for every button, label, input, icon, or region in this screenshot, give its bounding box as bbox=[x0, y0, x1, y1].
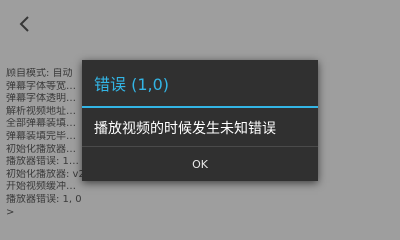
title-divider bbox=[82, 106, 318, 108]
error-dialog: 错误 (1,0) 播放视频的时候发生未知错误 OK bbox=[82, 60, 318, 181]
dialog-message: 播放视频的时候发生未知错误 bbox=[94, 121, 276, 137]
dialog-title: 错误 (1,0) bbox=[94, 75, 170, 94]
ok-button[interactable]: OK bbox=[82, 147, 318, 181]
